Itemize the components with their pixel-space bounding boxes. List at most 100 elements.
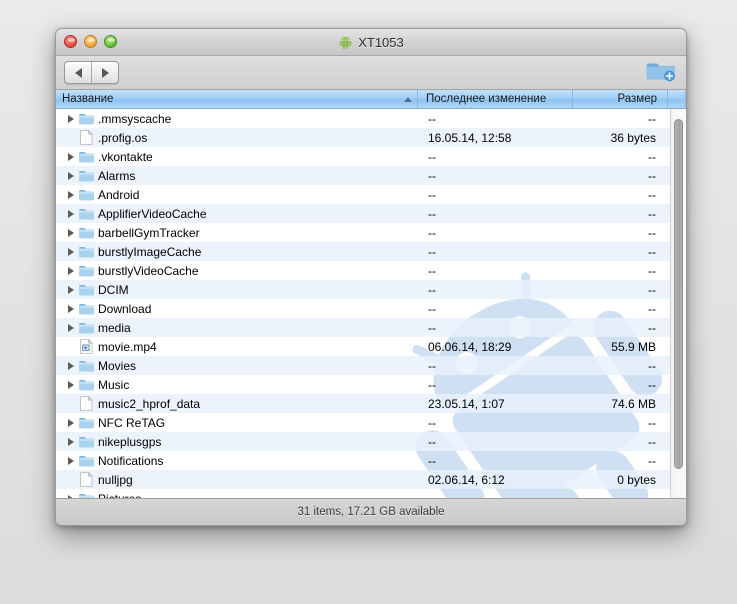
table-row[interactable]: Android -- -- xyxy=(56,185,686,204)
table-row[interactable]: NFC ReTAG -- -- xyxy=(56,413,686,432)
disclosure-triangle-icon[interactable] xyxy=(64,418,77,427)
folder-icon xyxy=(77,169,95,182)
folder-icon xyxy=(77,302,95,315)
disclosure-triangle-icon[interactable] xyxy=(64,380,77,389)
table-row[interactable]: Movies -- -- xyxy=(56,356,686,375)
file-rows: .mmsyscache -- -- .profig.os 16.05.14, 12:58… xyxy=(56,109,686,498)
cell-size: -- xyxy=(573,359,668,373)
table-row[interactable]: .mmsyscache -- -- xyxy=(56,109,686,128)
column-header-name[interactable]: Название xyxy=(56,90,418,108)
file-size: -- xyxy=(648,168,656,183)
disclosure-triangle-icon[interactable] xyxy=(64,114,77,123)
file-name: music2_hprof_data xyxy=(98,396,201,411)
table-row[interactable]: burstlyVideoCache -- -- xyxy=(56,261,686,280)
status-text: 31 items, 17.21 GB available xyxy=(297,506,445,518)
back-button[interactable] xyxy=(65,62,91,83)
file-name: DCIM xyxy=(98,282,129,297)
file-list[interactable]: .mmsyscache -- -- .profig.os 16.05.14, 12:58… xyxy=(56,109,686,498)
android-robot-icon xyxy=(338,35,353,50)
scrollbar-thumb[interactable] xyxy=(674,119,683,469)
file-size: -- xyxy=(648,301,656,316)
cell-name: ApplifierVideoCache xyxy=(56,207,418,221)
table-row[interactable]: .profig.os 16.05.14, 12:58 36 bytes xyxy=(56,128,686,147)
disclosure-triangle-icon[interactable] xyxy=(64,247,77,256)
disclosure-triangle-icon[interactable] xyxy=(64,494,77,498)
minimize-button[interactable] xyxy=(84,35,97,48)
cell-date: -- xyxy=(418,169,573,183)
disclosure-triangle-icon[interactable] xyxy=(64,209,77,218)
maximize-button[interactable] xyxy=(104,35,117,48)
folder-icon xyxy=(77,378,95,391)
table-row[interactable]: movie.mp4 06.06.14, 18:29 55.9 MB xyxy=(56,337,686,356)
folder-icon xyxy=(77,112,95,125)
disclosure-triangle-icon[interactable] xyxy=(64,266,77,275)
table-row[interactable]: burstlyImageCache -- -- xyxy=(56,242,686,261)
cell-name: burstlyImageCache xyxy=(56,245,418,259)
cell-date: -- xyxy=(418,321,573,335)
file-name: Pictures xyxy=(98,492,141,499)
disclosure-triangle-icon[interactable] xyxy=(64,171,77,180)
table-row[interactable]: music2_hprof_data 23.05.14, 1:07 74.6 MB xyxy=(56,394,686,413)
cell-date: 02.06.14, 6:12 xyxy=(418,473,573,487)
file-date: 06.06.14, 18:29 xyxy=(428,339,512,354)
cell-size: -- xyxy=(573,492,668,499)
cell-date: -- xyxy=(418,435,573,449)
vertical-scrollbar[interactable] xyxy=(670,109,686,498)
cell-size: -- xyxy=(573,112,668,126)
cell-date: -- xyxy=(418,283,573,297)
column-header-date[interactable]: Последнее изменение xyxy=(418,90,573,108)
table-row[interactable]: nikeplusgps -- -- xyxy=(56,432,686,451)
status-bar: 31 items, 17.21 GB available xyxy=(56,498,686,525)
table-row[interactable]: Music -- -- xyxy=(56,375,686,394)
file-date: -- xyxy=(428,244,436,259)
forward-button[interactable] xyxy=(91,62,118,83)
table-row[interactable]: nulljpg 02.06.14, 6:12 0 bytes xyxy=(56,470,686,489)
table-row[interactable]: Alarms -- -- xyxy=(56,166,686,185)
file-size: -- xyxy=(648,111,656,126)
column-header-size[interactable]: Размер xyxy=(573,90,668,108)
cell-name: Download xyxy=(56,302,418,316)
disclosure-triangle-icon[interactable] xyxy=(64,456,77,465)
navigation-buttons xyxy=(64,61,119,84)
table-row[interactable]: Pictures -- -- xyxy=(56,489,686,498)
cell-size: 0 bytes xyxy=(573,473,668,487)
file-size: -- xyxy=(648,377,656,392)
table-row[interactable]: Download -- -- xyxy=(56,299,686,318)
file-date: 02.06.14, 6:12 xyxy=(428,472,505,487)
cell-name: .profig.os xyxy=(56,130,418,145)
file-size: -- xyxy=(648,225,656,240)
close-button[interactable] xyxy=(64,35,77,48)
file-name: nikeplusgps xyxy=(98,434,162,449)
file-date: -- xyxy=(428,187,436,202)
disclosure-triangle-icon[interactable] xyxy=(64,228,77,237)
file-date: -- xyxy=(428,225,436,240)
file-size: 36 bytes xyxy=(610,130,656,145)
table-row[interactable]: barbellGymTracker -- -- xyxy=(56,223,686,242)
new-folder-button[interactable] xyxy=(644,59,678,87)
cell-size: -- xyxy=(573,264,668,278)
cell-date: -- xyxy=(418,359,573,373)
disclosure-triangle-icon[interactable] xyxy=(64,285,77,294)
disclosure-triangle-icon[interactable] xyxy=(64,323,77,332)
disclosure-triangle-icon[interactable] xyxy=(64,437,77,446)
disclosure-triangle-icon[interactable] xyxy=(64,304,77,313)
table-row[interactable]: .vkontakte -- -- xyxy=(56,147,686,166)
table-row[interactable]: media -- -- xyxy=(56,318,686,337)
cell-name: DCIM xyxy=(56,283,418,297)
table-row[interactable]: DCIM -- -- xyxy=(56,280,686,299)
file-date: -- xyxy=(428,282,436,297)
folder-icon xyxy=(77,264,95,277)
file-name: .mmsyscache xyxy=(98,111,172,126)
table-row[interactable]: Notifications -- -- xyxy=(56,451,686,470)
file-size: 74.6 MB xyxy=(611,396,656,411)
cell-date: -- xyxy=(418,245,573,259)
window-title-text: XT1053 xyxy=(358,34,404,50)
column-header-filler xyxy=(668,90,686,108)
disclosure-triangle-icon[interactable] xyxy=(64,361,77,370)
disclosure-triangle-icon[interactable] xyxy=(64,152,77,161)
column-header-size-label: Размер xyxy=(617,93,657,105)
disclosure-triangle-icon[interactable] xyxy=(64,190,77,199)
file-name: nulljpg xyxy=(98,472,133,487)
file-size: -- xyxy=(648,206,656,221)
table-row[interactable]: ApplifierVideoCache -- -- xyxy=(56,204,686,223)
